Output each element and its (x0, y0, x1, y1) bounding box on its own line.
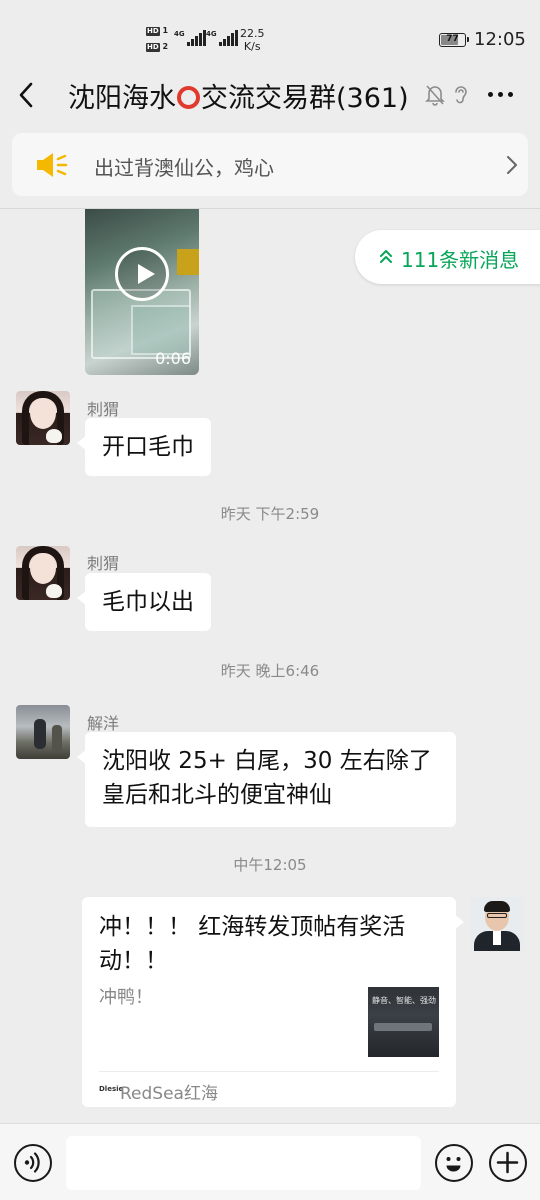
network-type-1: 4G (174, 30, 185, 38)
link-card-thumbnail: 静音、智能、强劲 (368, 987, 439, 1057)
message-bubble[interactable]: 毛巾以出 (77, 573, 211, 631)
video-thumb-detail (131, 305, 191, 355)
emoji-icon (446, 1157, 461, 1172)
back-arrow-icon (19, 82, 33, 108)
hd-indicator-2: HD 2 (146, 42, 169, 52)
thumbnail-text: 静音、智能、强劲 (372, 996, 436, 1005)
network-speed: 22.5 K/s (240, 27, 265, 53)
divider (0, 208, 540, 209)
new-messages-label: 111条新消息 (401, 248, 520, 272)
hd-indicator-1: HD 1 (146, 26, 169, 36)
voice-icon (24, 1152, 40, 1173)
video-thumb-detail (177, 249, 199, 275)
divider (99, 1071, 439, 1072)
signal-1-icon: 4G (174, 30, 206, 46)
avatar[interactable] (16, 705, 70, 759)
link-card-description: 冲鸭！ (99, 987, 153, 1008)
sender-name: 解洋 (87, 714, 120, 733)
double-up-arrow-icon (379, 248, 393, 268)
my-avatar[interactable] (470, 897, 524, 951)
voice-button[interactable] (14, 1144, 52, 1182)
chat-title: 沈阳海水 交流交易群(361) (68, 76, 409, 115)
network-speed-value: 22.5 (240, 27, 265, 40)
battery-level: 77 (446, 34, 459, 44)
status-bar: HD 1 HD 2 4G 4G 22.5 K/s 77 12:05 (0, 0, 540, 70)
battery-icon: 77 (439, 33, 469, 47)
plus-icon (496, 1151, 519, 1174)
message-bubble[interactable]: 开口毛巾 (77, 418, 211, 476)
back-button[interactable] (14, 80, 40, 110)
chat-title-part1: 沈阳海水 (68, 83, 176, 114)
avatar[interactable] (16, 546, 70, 600)
play-icon[interactable] (115, 247, 169, 301)
link-card-source: RedSea红海 (120, 1084, 218, 1104)
chevron-right-icon (506, 155, 518, 179)
link-card[interactable]: 冲！！！ 红海转发顶帖有奖活动！！ 冲鸭！ 静音、智能、强劲 Dlesie Re… (82, 897, 464, 1107)
network-type-2: 4G (206, 30, 217, 38)
speaker-icon (34, 151, 70, 183)
video-duration: 0:06 (155, 349, 191, 368)
more-icon-dot (498, 92, 503, 97)
sender-name: 刺猬 (87, 400, 120, 419)
message-input[interactable] (66, 1136, 421, 1190)
more-button[interactable] (488, 92, 513, 97)
timestamp: 昨天 晚上6:46 (220, 662, 320, 680)
signal-2-icon: 4G (206, 30, 238, 46)
network-speed-unit: K/s (243, 40, 261, 53)
more-icon-dot (508, 92, 513, 97)
link-card-title: 冲！！！ 红海转发顶帖有奖活动！！ (99, 914, 406, 974)
input-bar (0, 1123, 540, 1200)
chat-title-part2: 交流交易群(361) (201, 83, 409, 114)
new-messages-button[interactable]: 111条新消息 (355, 230, 540, 284)
mute-bell-icon (425, 84, 445, 110)
message-bubble[interactable]: 沈阳收 25+ 白尾，30 左右除了皇后和北斗的便宜神仙 (77, 732, 456, 827)
timestamp: 昨天 下午2:59 (220, 505, 320, 523)
thumbnail-device (374, 1023, 432, 1031)
chat-header: 沈阳海水 交流交易群(361) (0, 70, 540, 120)
group-announcement[interactable]: 出过背澳仙公，鸡心 (12, 133, 528, 196)
avatar[interactable] (16, 391, 70, 445)
timestamp: 中午12:05 (233, 856, 307, 874)
video-message[interactable]: 0:06 (85, 209, 199, 375)
sender-name: 刺猬 (87, 554, 120, 573)
red-circle-emoji (177, 86, 200, 109)
status-time: 12:05 (474, 29, 526, 50)
more-icon-dot (488, 92, 493, 97)
announcement-text: 出过背澳仙公，鸡心 (94, 156, 274, 180)
emoji-button[interactable] (435, 1144, 473, 1182)
ear-icon (452, 83, 470, 111)
more-actions-button[interactable] (489, 1144, 527, 1182)
